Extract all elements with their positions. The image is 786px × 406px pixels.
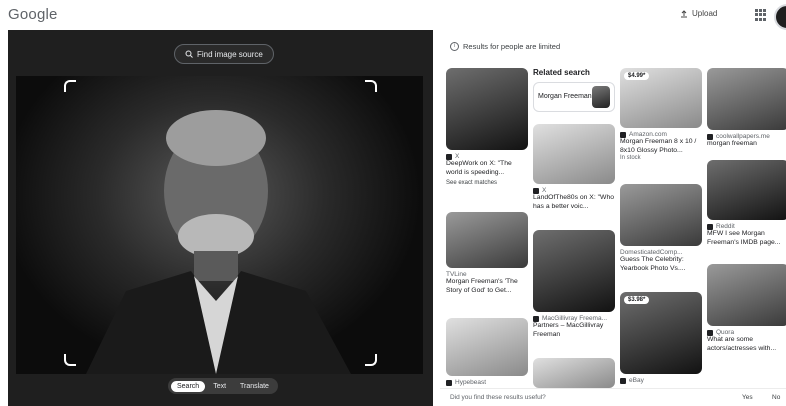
related-search-chip[interactable]: Morgan Freeman (533, 82, 615, 112)
result-card[interactable] (533, 358, 615, 388)
results-notice: i Results for people are limited (450, 42, 560, 51)
result-source: TVLine (446, 271, 467, 278)
result-card[interactable]: $4.99* Amazon.com Morgan Freeman 8 x 10 … (620, 68, 702, 161)
result-title[interactable]: MFW I see Morgan Freeman's IMDB page... (707, 230, 786, 247)
x-logo-icon (446, 153, 452, 160)
result-thumbnail[interactable] (533, 124, 615, 184)
result-card[interactable]: Quora What are some actors/actresses wit… (707, 264, 786, 353)
result-source: Quora (716, 329, 735, 336)
crop-corner-bottom-left[interactable] (64, 354, 76, 366)
amazon-logo-icon (620, 131, 626, 138)
mode-text[interactable]: Text (207, 381, 232, 392)
result-card[interactable]: coolwallpapers.me morgan freeman (707, 68, 786, 149)
site-logo-icon (707, 133, 713, 140)
feedback-no-button[interactable]: No (772, 394, 780, 401)
related-search-label: Morgan Freeman (538, 93, 592, 100)
result-thumbnail[interactable] (707, 264, 786, 326)
info-icon: i (450, 42, 459, 51)
result-source: X (455, 153, 460, 160)
result-source: coolwallpapers.me (716, 133, 770, 140)
result-source: Hypebeast (455, 379, 487, 386)
result-thumbnail[interactable]: $4.99* (620, 68, 702, 128)
result-source: Reddit (716, 223, 735, 230)
reddit-logo-icon (707, 223, 713, 230)
result-source: MacGillivray Freema... (542, 315, 608, 322)
site-logo-icon (533, 315, 539, 322)
result-card[interactable]: $3.98* eBay (620, 292, 702, 384)
notice-text: Results for people are limited (463, 42, 561, 51)
result-card[interactable]: X DeepWork on X: "The world is speeding.… (446, 68, 528, 186)
result-thumbnail[interactable] (446, 318, 528, 376)
mode-translate[interactable]: Translate (234, 381, 275, 392)
find-image-source-button[interactable]: Find image source (174, 44, 274, 64)
query-image[interactable] (16, 76, 423, 374)
result-title[interactable]: Partners – MacGillivray Freeman (533, 322, 615, 339)
result-source: eBay (629, 377, 644, 384)
result-card[interactable]: Reddit MFW I see Morgan Freeman's IMDB p… (707, 160, 786, 247)
result-source: DomesticatedComp... (620, 249, 683, 256)
price-badge: $3.98* (624, 296, 650, 304)
result-source: Amazon.com (629, 131, 667, 138)
result-card[interactable]: DomesticatedComp... Guess The Celebrity:… (620, 184, 702, 273)
portrait-illustration (86, 110, 351, 374)
result-thumbnail[interactable] (446, 212, 528, 268)
see-exact-matches-link[interactable]: See exact matches (446, 180, 528, 186)
site-logo-icon (446, 379, 452, 386)
result-card[interactable]: TVLine Morgan Freeman's 'The Story of Go… (446, 212, 528, 295)
result-thumbnail[interactable] (446, 68, 528, 150)
avatar[interactable] (774, 4, 786, 30)
feedback-bar: Did you find these results useful? Yes N… (440, 388, 786, 406)
result-title[interactable]: What are some actors/actresses with... (707, 336, 786, 353)
result-thumbnail[interactable] (707, 160, 786, 220)
result-thumbnail[interactable] (620, 184, 702, 246)
quora-logo-icon (707, 329, 713, 336)
find-image-source-label: Find image source (197, 49, 263, 59)
upload-icon (681, 9, 687, 17)
crop-corner-top-right[interactable] (365, 80, 377, 92)
related-search-thumbnail (592, 86, 610, 108)
result-title[interactable]: Morgan Freeman's 'The Story of God' to G… (446, 278, 528, 295)
crop-corner-bottom-right[interactable] (365, 354, 377, 366)
related-search-title: Related search (533, 68, 590, 77)
apps-grid-icon[interactable] (755, 9, 767, 21)
mode-search[interactable]: Search (171, 380, 206, 392)
result-thumbnail[interactable]: $3.98* (620, 292, 702, 374)
feedback-question: Did you find these results useful? (450, 394, 546, 401)
top-bar: Google Upload (0, 0, 786, 30)
x-logo-icon (533, 187, 539, 194)
result-title[interactable]: morgan freeman (707, 140, 786, 149)
result-title[interactable]: Morgan Freeman 8 x 10 / 8x10 Glossy Phot… (620, 138, 702, 155)
upload-label: Upload (692, 9, 718, 18)
result-title[interactable]: LandOfThe80s on X: "Who has a better voi… (533, 194, 615, 211)
ebay-logo-icon (620, 377, 626, 384)
results-panel: i Results for people are limited X DeepW… (440, 30, 786, 406)
result-source: X (542, 187, 547, 194)
stock-status: In stock (620, 155, 641, 161)
feedback-yes-button[interactable]: Yes (742, 394, 753, 401)
result-card[interactable]: MacGillivray Freema... Partners – MacGil… (533, 230, 615, 339)
related-search-card: Related search Morgan Freeman (533, 68, 615, 112)
crop-corner-top-left[interactable] (64, 80, 76, 92)
result-title[interactable]: Guess The Celebrity: Yearbook Photo Vs..… (620, 256, 702, 273)
price-badge: $4.99* (624, 72, 650, 80)
upload-button[interactable]: Upload (680, 9, 717, 18)
lens-icon (185, 50, 193, 58)
mode-switcher: Search Text Translate (168, 378, 278, 394)
result-title[interactable]: DeepWork on X: "The world is speeding... (446, 160, 528, 177)
result-thumbnail[interactable] (707, 68, 786, 130)
image-viewer-panel: Find image source Search Text Translate (8, 30, 433, 406)
google-logo[interactable]: Google (8, 6, 58, 23)
result-card[interactable]: X LandOfThe80s on X: "Who has a better v… (533, 124, 615, 211)
result-card[interactable]: Hypebeast (446, 318, 528, 386)
result-thumbnail[interactable] (533, 358, 615, 388)
result-thumbnail[interactable] (533, 230, 615, 312)
